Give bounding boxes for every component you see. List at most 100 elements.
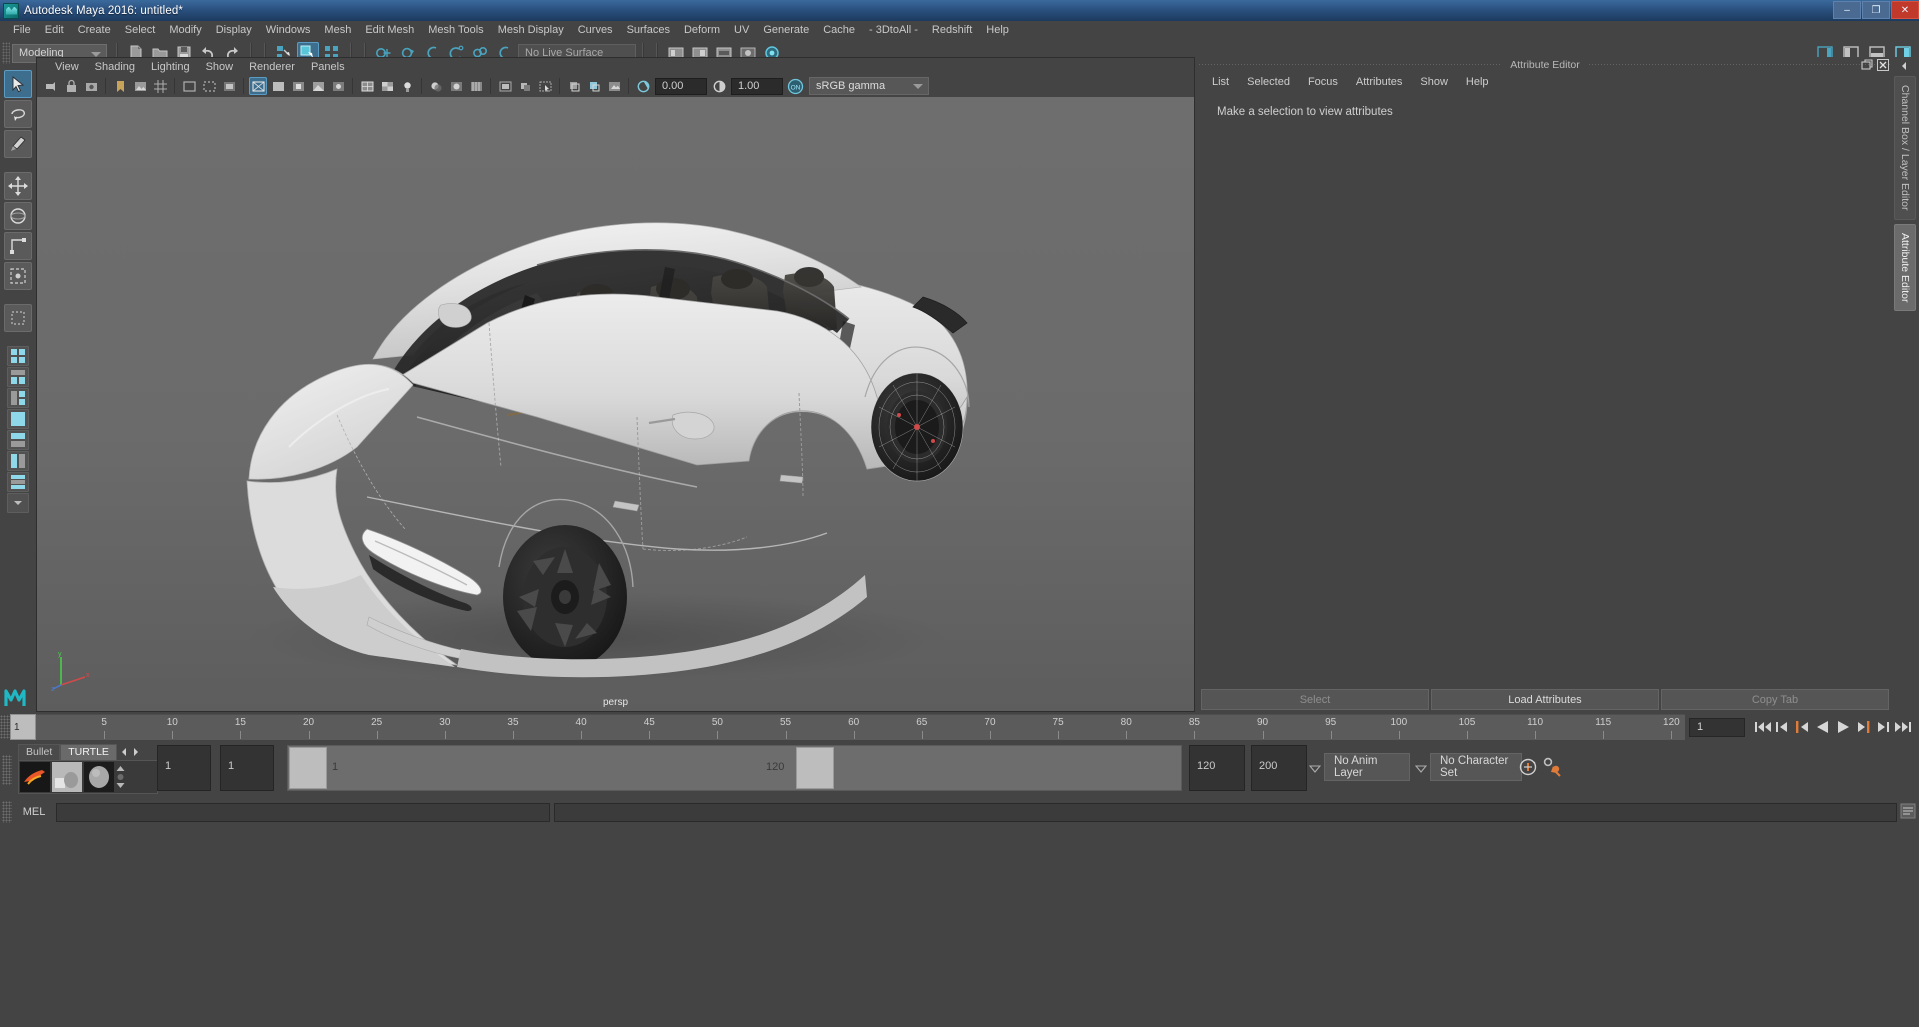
- menu-generate[interactable]: Generate: [756, 22, 816, 38]
- minimize-button[interactable]: –: [1833, 1, 1861, 19]
- menu-uv[interactable]: UV: [727, 22, 756, 38]
- menu-file[interactable]: File: [6, 22, 38, 38]
- command-input-field[interactable]: [56, 803, 550, 822]
- gate-mask-icon[interactable]: [220, 77, 238, 95]
- time-slider-grip[interactable]: [0, 715, 10, 739]
- step-back-keyframe-icon[interactable]: [1773, 717, 1793, 737]
- current-frame-field[interactable]: 1: [1689, 718, 1745, 737]
- resolution-gate-icon[interactable]: [200, 77, 218, 95]
- panel-menu-lighting[interactable]: Lighting: [143, 59, 198, 75]
- step-forward-frame-icon[interactable]: [1853, 717, 1873, 737]
- layout-preset-2-button[interactable]: [7, 388, 29, 408]
- animation-start-time-field[interactable]: 1: [157, 745, 211, 791]
- range-end-time-field[interactable]: 120: [1189, 745, 1245, 791]
- menu-select[interactable]: Select: [118, 22, 163, 38]
- copy-tab-button[interactable]: Copy Tab: [1661, 689, 1889, 710]
- smooth-shade-selected-icon[interactable]: [289, 77, 307, 95]
- anim-layer-dropdown[interactable]: No Anim Layer: [1324, 753, 1410, 781]
- play-backwards-icon[interactable]: [1813, 717, 1833, 737]
- image-plane-icon[interactable]: [131, 77, 149, 95]
- shadows-toggle-icon[interactable]: [427, 77, 445, 95]
- panel-menu-panels[interactable]: Panels: [303, 59, 353, 75]
- panel-menu-view[interactable]: View: [47, 59, 87, 75]
- xray-toggle-icon[interactable]: [565, 77, 583, 95]
- toolbar-grip[interactable]: [2, 42, 10, 64]
- shelf-tab-turtle[interactable]: TURTLE: [60, 744, 117, 760]
- script-editor-icon[interactable]: [1899, 802, 1917, 825]
- lighting-toggle-icon[interactable]: [398, 77, 416, 95]
- range-start-handle[interactable]: [289, 747, 327, 789]
- bookmark-icon[interactable]: [111, 77, 129, 95]
- float-window-icon[interactable]: [1860, 58, 1873, 71]
- universal-manipulator-button[interactable]: [4, 262, 32, 290]
- menu-modify[interactable]: Modify: [162, 22, 208, 38]
- menu-mesh[interactable]: Mesh: [317, 22, 358, 38]
- camera-attributes-icon[interactable]: [82, 77, 100, 95]
- screen-space-ao-icon[interactable]: [447, 77, 465, 95]
- panel-menu-renderer[interactable]: Renderer: [241, 59, 303, 75]
- time-slider-current-frame-handle[interactable]: 1: [10, 714, 36, 740]
- paint-select-tool-button[interactable]: [4, 130, 32, 158]
- panel-menu-show[interactable]: Show: [198, 59, 242, 75]
- turtle-render-icon[interactable]: [20, 762, 50, 792]
- close-button[interactable]: ✕: [1891, 1, 1919, 19]
- shelf-prev-icon[interactable]: [119, 746, 129, 758]
- gamma-icon[interactable]: [710, 77, 728, 95]
- select-button[interactable]: Select: [1201, 689, 1429, 710]
- lock-camera-icon[interactable]: [62, 77, 80, 95]
- menu-3dtoall[interactable]: - 3DtoAll -: [862, 22, 925, 38]
- go-to-start-icon[interactable]: [1753, 717, 1773, 737]
- four-view-layout-button[interactable]: [7, 346, 29, 366]
- shelf-tab-bullet[interactable]: Bullet: [18, 744, 60, 760]
- xray-joints-icon[interactable]: [585, 77, 603, 95]
- menu-deform[interactable]: Deform: [677, 22, 727, 38]
- scale-tool-button[interactable]: [4, 232, 32, 260]
- menu-mesh-tools[interactable]: Mesh Tools: [421, 22, 490, 38]
- attr-menu-list[interactable]: List: [1203, 74, 1238, 91]
- wireframe-on-shaded-icon[interactable]: [358, 77, 376, 95]
- command-line-grip[interactable]: [2, 801, 12, 823]
- go-to-end-icon[interactable]: [1893, 717, 1913, 737]
- play-forwards-icon[interactable]: [1833, 717, 1853, 737]
- grid-toggle-icon[interactable]: [151, 77, 169, 95]
- lasso-tool-button[interactable]: [4, 100, 32, 128]
- color-management-toggle-icon[interactable]: ON: [786, 77, 804, 95]
- menu-surfaces[interactable]: Surfaces: [620, 22, 677, 38]
- close-icon[interactable]: [1876, 58, 1889, 71]
- panel-menu-shading[interactable]: Shading: [87, 59, 143, 75]
- load-attributes-button[interactable]: Load Attributes: [1431, 689, 1659, 710]
- menu-cache[interactable]: Cache: [816, 22, 862, 38]
- motion-blur-icon[interactable]: [467, 77, 485, 95]
- viewport-3d[interactable]: y x z persp: [37, 97, 1194, 711]
- attr-menu-show[interactable]: Show: [1411, 74, 1457, 91]
- turtle-bake-icon[interactable]: [52, 762, 82, 792]
- layout-preset-3-button[interactable]: [7, 409, 29, 429]
- attr-menu-help[interactable]: Help: [1457, 74, 1498, 91]
- range-end-handle[interactable]: [796, 747, 834, 789]
- menu-edit-mesh[interactable]: Edit Mesh: [358, 22, 421, 38]
- menu-help[interactable]: Help: [979, 22, 1016, 38]
- menu-edit[interactable]: Edit: [38, 22, 71, 38]
- step-back-frame-icon[interactable]: [1793, 717, 1813, 737]
- character-set-dropdown[interactable]: No Character Set: [1430, 753, 1522, 781]
- menu-create[interactable]: Create: [71, 22, 118, 38]
- smooth-shade-all-icon[interactable]: [269, 77, 287, 95]
- attr-menu-selected[interactable]: Selected: [1238, 74, 1299, 91]
- auto-keyframe-icon[interactable]: [1518, 757, 1538, 782]
- step-forward-keyframe-icon[interactable]: [1873, 717, 1893, 737]
- range-slider-bar[interactable]: 1 120: [287, 745, 1182, 791]
- depth-of-field-icon[interactable]: [516, 77, 534, 95]
- film-gate-icon[interactable]: [180, 77, 198, 95]
- attr-menu-focus[interactable]: Focus: [1299, 74, 1347, 91]
- attr-menu-attributes[interactable]: Attributes: [1347, 74, 1411, 91]
- select-camera-icon[interactable]: [42, 77, 60, 95]
- menu-redshift[interactable]: Redshift: [925, 22, 979, 38]
- wireframe-shading-icon[interactable]: [249, 77, 267, 95]
- color-space-dropdown[interactable]: sRGB gamma: [809, 77, 929, 95]
- move-tool-button[interactable]: [4, 172, 32, 200]
- anim-layer-chevron-down-icon[interactable]: [1308, 755, 1322, 783]
- vertical-tab-channel-box[interactable]: Channel Box / Layer Editor: [1894, 76, 1916, 220]
- isolate-select-icon[interactable]: [536, 77, 554, 95]
- command-language-label[interactable]: MEL: [12, 806, 56, 818]
- collapse-left-icon[interactable]: [1897, 59, 1910, 72]
